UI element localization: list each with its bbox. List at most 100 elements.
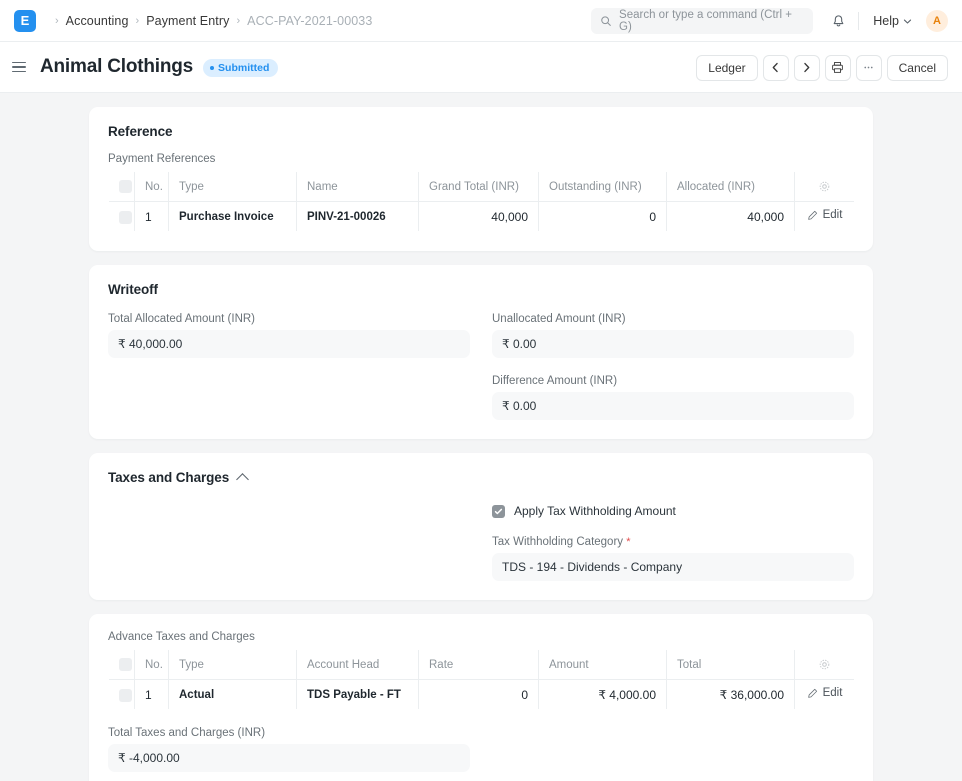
unallocated-amount-value[interactable]: ₹ 0.00	[492, 330, 854, 358]
breadcrumb-item-payment-entry[interactable]: Payment Entry	[146, 14, 229, 28]
breadcrumb-separator-icon: ›	[236, 14, 241, 27]
payment-references-label: Payment References	[108, 153, 216, 165]
column-header-amount: Amount	[538, 650, 667, 680]
cell-type[interactable]: Purchase Invoice	[168, 201, 297, 231]
select-all-header	[109, 172, 135, 202]
table-header-row: No. Type Name Grand Total (INR) Outstand…	[109, 172, 854, 202]
column-header-rate: Rate	[418, 650, 539, 680]
sidebar-toggle-icon[interactable]	[8, 55, 32, 79]
previous-document-button[interactable]	[762, 54, 789, 81]
apply-tax-withholding-label[interactable]: Apply Tax Withholding Amount	[514, 504, 676, 518]
column-header-type: Type	[168, 650, 297, 680]
help-menu[interactable]: Help	[873, 14, 912, 28]
breadcrumb-item-accounting[interactable]: Accounting	[66, 14, 129, 28]
total-allocated-amount-field: Total Allocated Amount (INR) ₹ 40,000.00	[108, 313, 470, 358]
breadcrumb-separator-icon: ›	[135, 14, 140, 27]
search-input[interactable]: Search or type a command (Ctrl + G)	[591, 8, 814, 34]
select-all-header	[109, 650, 135, 680]
reference-section: Reference Payment References No. Type Na…	[89, 107, 873, 251]
app-logo-letter: E	[20, 13, 30, 28]
chevron-right-icon	[804, 62, 810, 73]
page-actions: Ledger Cancel	[696, 42, 948, 93]
difference-amount-field: Difference Amount (INR) ₹ 0.00	[492, 375, 854, 420]
notifications-button[interactable]	[831, 14, 846, 29]
pencil-icon	[807, 688, 817, 698]
cell-amount[interactable]: ₹ 4,000.00	[538, 679, 667, 709]
pencil-icon	[807, 210, 817, 220]
row-checkbox[interactable]	[119, 688, 132, 702]
avatar[interactable]: A	[926, 10, 948, 32]
select-all-checkbox[interactable]	[119, 180, 132, 193]
gear-icon	[819, 659, 830, 670]
cell-total[interactable]: ₹ 36,000.00	[666, 679, 795, 709]
table-row[interactable]: 1 Actual TDS Payable - FT 0 ₹ 4,000.00 ₹…	[109, 679, 855, 710]
advance-taxes-section: Advance Taxes and Charges No. Type Accou…	[89, 614, 873, 781]
total-taxes-and-charges-field: Total Taxes and Charges (INR) ₹ -4,000.0…	[108, 727, 470, 772]
search-placeholder: Search or type a command (Ctrl + G)	[619, 9, 792, 33]
status-badge-label: Submitted	[218, 62, 270, 74]
required-asterisk: *	[626, 536, 631, 548]
print-button[interactable]	[824, 54, 851, 81]
total-taxes-empty-column	[492, 727, 854, 772]
breadcrumb: › Accounting › Payment Entry › ACC-PAY-2…	[48, 14, 372, 28]
column-header-no: No.	[134, 172, 169, 202]
row-select-cell	[109, 201, 135, 231]
table-header-row: No. Type Account Head Rate Amount Total	[109, 650, 854, 680]
cell-account-head[interactable]: TDS Payable - FT	[296, 679, 419, 709]
avatar-letter: A	[933, 15, 941, 27]
status-dot-icon	[210, 66, 215, 70]
tax-withholding-category-label-text: Tax Withholding Category	[492, 536, 624, 548]
reference-section-title: Reference	[108, 124, 173, 139]
column-settings-header[interactable]	[794, 650, 854, 680]
app-logo[interactable]: E	[14, 9, 36, 32]
column-header-grand-total: Grand Total (INR)	[418, 172, 539, 202]
column-settings-header[interactable]	[794, 172, 854, 202]
row-edit-cell[interactable]: Edit	[795, 680, 855, 710]
next-document-button[interactable]	[793, 54, 820, 81]
breadcrumb-item-current: ACC-PAY-2021-00033	[247, 13, 373, 28]
cell-name[interactable]: PINV-21-00026	[296, 201, 419, 231]
chevron-up-icon[interactable]	[236, 473, 249, 486]
row-edit-cell[interactable]: Edit	[795, 202, 855, 232]
row-checkbox[interactable]	[119, 210, 132, 224]
column-header-account-head: Account Head	[296, 650, 419, 680]
page-title: Animal Clothings	[40, 56, 194, 77]
tax-withholding-category-value[interactable]: TDS - 194 - Dividends - Company	[492, 553, 854, 581]
cell-rate[interactable]: 0	[418, 679, 539, 709]
writeoff-right-column: Unallocated Amount (INR) ₹ 0.00 Differen…	[492, 313, 854, 420]
edit-row-button[interactable]: Edit	[807, 209, 842, 221]
taxes-left-column	[108, 504, 470, 581]
row-select-cell	[109, 679, 135, 709]
cell-grand-total[interactable]: 40,000	[418, 201, 539, 231]
page-header: Animal Clothings Submitted Ledger Cancel	[0, 42, 962, 93]
taxes-section-title: Taxes and Charges	[108, 470, 230, 485]
tax-withholding-category-label: Tax Withholding Category *	[492, 536, 854, 548]
difference-amount-value[interactable]: ₹ 0.00	[492, 392, 854, 420]
cell-allocated[interactable]: 40,000	[666, 201, 795, 231]
advance-taxes-table: No. Type Account Head Rate Amount Total	[108, 649, 855, 710]
navbar-right-group: Search or type a command (Ctrl + G) Help…	[591, 0, 948, 42]
chevron-down-icon	[903, 19, 912, 24]
search-icon	[601, 16, 612, 26]
cancel-button[interactable]: Cancel	[886, 54, 948, 81]
apply-tax-withholding-row[interactable]: Apply Tax Withholding Amount	[492, 504, 854, 518]
column-header-total: Total	[666, 650, 795, 680]
total-taxes-and-charges-value[interactable]: ₹ -4,000.00	[108, 744, 470, 772]
ledger-button[interactable]: Ledger	[696, 54, 758, 81]
edit-row-button[interactable]: Edit	[807, 687, 842, 699]
total-taxes-column: Total Taxes and Charges (INR) ₹ -4,000.0…	[108, 727, 470, 772]
total-allocated-amount-value[interactable]: ₹ 40,000.00	[108, 330, 470, 358]
advance-taxes-label: Advance Taxes and Charges	[108, 631, 255, 643]
writeoff-section: Writeoff Total Allocated Amount (INR) ₹ …	[89, 265, 873, 439]
cell-outstanding[interactable]: 0	[538, 201, 667, 231]
more-actions-button[interactable]	[855, 54, 882, 81]
select-all-checkbox[interactable]	[119, 658, 132, 671]
taxes-and-charges-section: Taxes and Charges Apply Tax Withholding …	[89, 453, 873, 600]
column-header-allocated: Allocated (INR)	[666, 172, 795, 202]
column-header-type: Type	[168, 172, 297, 202]
check-icon	[494, 508, 503, 514]
apply-tax-withholding-checkbox[interactable]	[492, 504, 505, 518]
cell-type[interactable]: Actual	[168, 679, 297, 709]
table-row[interactable]: 1 Purchase Invoice PINV-21-00026 40,000 …	[109, 201, 855, 232]
difference-amount-label: Difference Amount (INR)	[492, 375, 618, 387]
